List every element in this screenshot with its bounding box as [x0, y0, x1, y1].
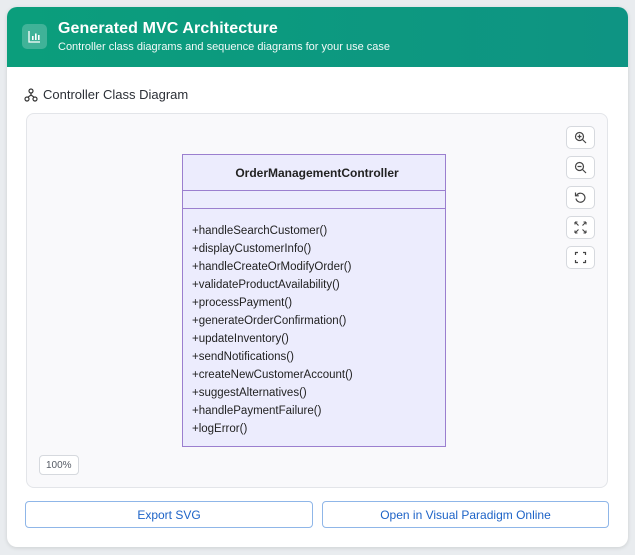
uml-method: +handleSearchCustomer(): [192, 225, 328, 237]
uml-method: +suggestAlternatives(): [192, 387, 307, 399]
uml-method: +generateOrderConfirmation(): [192, 315, 347, 327]
uml-method: +sendNotifications(): [192, 351, 294, 363]
uml-method: +updateInventory(): [192, 333, 289, 345]
uml-method: +processPayment(): [192, 297, 293, 309]
fit-to-screen-button[interactable]: [566, 216, 595, 239]
zoom-out-button[interactable]: [566, 156, 595, 179]
zoom-in-button[interactable]: [566, 126, 595, 149]
hierarchy-icon: [24, 87, 38, 102]
fullscreen-button[interactable]: [566, 246, 595, 269]
uml-method: +validateProductAvailability(): [192, 279, 340, 291]
mvc-card: Generated MVC Architecture Controller cl…: [7, 7, 628, 547]
uml-attributes-section: [183, 191, 445, 209]
uml-method: +displayCustomerInfo(): [192, 243, 312, 255]
reset-icon: [574, 192, 586, 203]
fullscreen-icon: [574, 251, 587, 264]
reset-view-button[interactable]: [566, 186, 595, 209]
uml-methods-section: +handleSearchCustomer() +displayCustomer…: [183, 209, 445, 438]
open-visual-paradigm-button[interactable]: Open in Visual Paradigm Online: [322, 501, 609, 528]
section-title: Controller Class Diagram: [24, 87, 188, 102]
header: Generated MVC Architecture Controller cl…: [7, 7, 628, 67]
export-svg-button[interactable]: Export SVG: [25, 501, 313, 528]
zoom-in-icon: [574, 131, 587, 144]
class-diagram-canvas[interactable]: OrderManagementController +handleSearchC…: [26, 113, 608, 488]
uml-method: +logError(): [192, 423, 248, 435]
zoom-level-badge: 100%: [39, 455, 79, 475]
fit-icon: [574, 221, 587, 234]
bar-chart-icon: [22, 24, 47, 49]
page-subtitle: Controller class diagrams and sequence d…: [58, 41, 390, 53]
section-label: Controller Class Diagram: [43, 87, 189, 102]
uml-class-name: OrderManagementController: [183, 155, 445, 191]
uml-class-box[interactable]: OrderManagementController +handleSearchC…: [182, 154, 446, 447]
zoom-out-icon: [574, 161, 587, 174]
uml-method: +handleCreateOrModifyOrder(): [192, 261, 352, 273]
uml-method: +handlePaymentFailure(): [192, 405, 322, 417]
zoom-controls: [566, 126, 595, 276]
page-title: Generated MVC Architecture: [58, 20, 278, 37]
uml-method: +createNewCustomerAccount(): [192, 369, 353, 381]
